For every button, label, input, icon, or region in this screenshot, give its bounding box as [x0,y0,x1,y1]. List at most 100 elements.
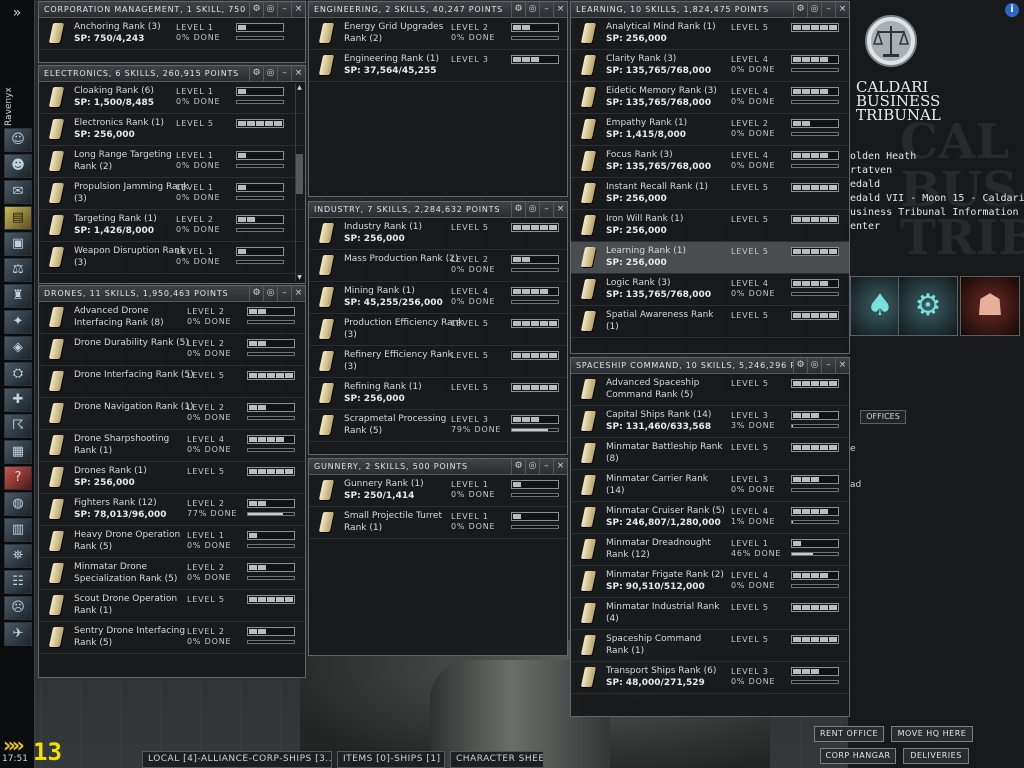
help-icon[interactable]: ? [4,466,32,490]
science-icon[interactable]: ✚ [4,388,32,412]
skill-row[interactable]: Advanced Spaceship Command Rank (5) LEVEL… [571,374,849,406]
skill-row[interactable]: Capital Ships Rank (14) SP: 131,460/633,5… [571,406,849,438]
options-icon[interactable]: ◎ [525,2,539,17]
minimize-icon[interactable]: – [821,2,835,17]
calculator-icon[interactable]: ▦ [4,440,32,464]
skill-row[interactable]: Analytical Mind Rank (1) SP: 256,000 LEVEL… [571,18,849,50]
skill-row[interactable]: Drones Rank (1) SP: 256,000 LEVEL 5 [39,462,305,494]
skill-row[interactable]: Minmatar Cruiser Rank (5) SP: 246,807/1,2… [571,502,849,534]
skill-row[interactable]: Heavy Drone Operation Rank (5) LEVEL 1 0% … [39,526,305,558]
info-icon[interactable]: i [1005,3,1019,17]
skill-row[interactable]: Engineering Rank (1) SP: 37,564/45,255 LEV… [309,50,567,82]
skill-row[interactable]: Refining Rank (1) SP: 256,000 LEVEL 5 [309,378,567,410]
tab-local-chat[interactable]: LOCAL [4]-ALLIANCE-CORP-SHIPS [3... [142,751,332,768]
minimize-icon[interactable]: – [277,66,291,81]
scroll-up-icon[interactable]: ▲ [296,84,303,91]
window-header[interactable]: SPACESHIP COMMAND, 10 SKILLS, 5,246,296 … [571,358,849,374]
minimize-icon[interactable]: – [539,2,553,17]
scrollbar[interactable]: ▲ ▼ [295,84,303,281]
character-sheet-icon[interactable]: ☺ [4,128,32,152]
skill-row[interactable]: Fighters Rank (12) SP: 78,013/96,000 LEVEL… [39,494,305,526]
window-drones[interactable]: DRONES, 11 SKILLS, 1,950,463 POINTS ⚙ ◎ – × A… [38,285,306,678]
market-icon[interactable]: ◈ [4,336,32,360]
people-places-icon[interactable]: ☻ [4,154,32,178]
deliveries-button[interactable]: DELIVERIES [903,748,969,764]
pin-icon[interactable]: ⚙ [511,2,525,17]
options-icon[interactable]: ◎ [525,202,539,217]
corporation-icon[interactable]: ♜ [4,284,32,308]
close-icon[interactable]: × [553,459,567,474]
skill-row[interactable]: Gunnery Rank (1) SP: 250/1,414 LEVEL 1 0% D… [309,475,567,507]
options-icon[interactable]: ◎ [525,459,539,474]
skill-row[interactable]: Long Range Targeting Rank (2) LEVEL 1 0% D… [39,146,305,178]
skill-row[interactable]: Drone Interfacing Rank (5) LEVEL 5 [39,366,305,398]
skill-row[interactable]: Minmatar Frigate Rank (2) SP: 90,510/512,… [571,566,849,598]
window-spaceship-command[interactable]: SPACESHIP COMMAND, 10 SKILLS, 5,246,296 … [570,357,850,717]
news-icon[interactable]: ☷ [4,570,32,594]
skill-row[interactable]: Drone Durability Rank (5) LEVEL 2 0% DONE [39,334,305,366]
options-icon[interactable]: ◎ [263,2,277,17]
pin-icon[interactable]: ⚙ [249,66,263,81]
move-hq-button[interactable]: MOVE HQ HERE [891,726,973,742]
skill-row[interactable]: Iron Will Rank (1) SP: 256,000 LEVEL 5 [571,210,849,242]
skill-row[interactable]: Minmatar Industrial Rank (4) LEVEL 5 [571,598,849,630]
fitting-icon[interactable]: ⛯ [4,544,32,568]
window-engineering[interactable]: ENGINEERING, 2 SKILLS, 40,247 POINTS ⚙ ◎ – ×… [308,1,568,197]
scroll-thumb[interactable] [296,154,303,194]
window-header[interactable]: INDUSTRY, 7 SKILLS, 2,284,632 POINTS ⚙ ◎ – × [309,202,567,218]
window-electronics[interactable]: ELECTRONICS, 6 SKILLS, 260,915 POINTS ⚙ ◎ –… [38,65,306,284]
close-icon[interactable]: × [835,2,849,17]
close-icon[interactable]: × [291,286,305,301]
minimize-icon[interactable]: – [539,202,553,217]
close-icon[interactable]: × [291,66,305,81]
skill-row[interactable]: Focus Rank (3) SP: 135,765/768,000 LEVEL 4… [571,146,849,178]
window-header[interactable]: ELECTRONICS, 6 SKILLS, 260,915 POINTS ⚙ ◎ –… [39,66,305,82]
skill-row[interactable]: Targeting Rank (1) SP: 1,426/8,000 LEVEL 2… [39,210,305,242]
ship-icon[interactable]: ✈ [4,622,32,646]
skill-row[interactable]: Spaceship Command Rank (1) LEVEL 5 [571,630,849,662]
tab-offices[interactable]: OFFICES [860,410,906,424]
window-header[interactable]: ENGINEERING, 2 SKILLS, 40,247 POINTS ⚙ ◎ – × [309,2,567,18]
skill-row[interactable]: Weapon Disruption Rank (3) LEVEL 1 0% DONE [39,242,305,274]
journal-icon[interactable]: ▥ [4,518,32,542]
window-header[interactable]: CORPORATION MANAGEMENT, 1 SKILL, 750 POI… [39,2,305,18]
options-icon[interactable]: ◎ [263,286,277,301]
browser-icon[interactable]: ◍ [4,492,32,516]
skill-row[interactable]: Clarity Rank (3) SP: 135,765/768,000 LEVEL… [571,50,849,82]
skill-row[interactable]: Minmatar Dreadnought Rank (12) LEVEL 1 46%… [571,534,849,566]
contracts-icon[interactable]: ☈ [4,414,32,438]
options-icon[interactable]: ◎ [807,2,821,17]
skill-row[interactable]: Eidetic Memory Rank (3) SP: 135,765/768,0… [571,82,849,114]
wallet-icon[interactable]: ⚖ [4,258,32,282]
industry-icon[interactable]: ⛭ [4,362,32,386]
window-header[interactable]: GUNNERY, 2 SKILLS, 500 POINTS ⚙ ◎ – × [309,459,567,475]
pin-icon[interactable]: ⚙ [511,459,525,474]
pin-icon[interactable]: ⚙ [249,286,263,301]
skill-row[interactable]: Logic Rank (3) SP: 135,765/768,000 LEVEL 4… [571,274,849,306]
minimize-icon[interactable]: – [821,358,835,373]
scroll-down-icon[interactable]: ▼ [296,274,303,281]
window-gunnery[interactable]: GUNNERY, 2 SKILLS, 500 POINTS ⚙ ◎ – × Gunnery… [308,458,568,656]
character-name[interactable]: Ravenyx [4,80,14,126]
window-header[interactable]: LEARNING, 10 SKILLS, 1,824,475 POINTS ⚙ ◎ –… [571,2,849,18]
skill-row[interactable]: Refinery Efficiency Rank (3) LEVEL 5 [309,346,567,378]
pin-icon[interactable]: ⚙ [793,358,807,373]
assets-icon[interactable]: ▣ [4,232,32,256]
skill-row[interactable]: Cloaking Rank (6) SP: 1,500/8,485 LEVEL 10… [39,82,305,114]
skill-row[interactable]: Instant Recall Rank (1) SP: 256,000 LEVEL … [571,178,849,210]
skill-row[interactable]: Empathy Rank (1) SP: 1,415/8,000 LEVEL 2 0%… [571,114,849,146]
skill-row[interactable]: Small Projectile Turret Rank (1) LEVEL 10… [309,507,567,539]
skill-row[interactable]: Minmatar Battleship Rank (8) LEVEL 5 [571,438,849,470]
expand-neocom-icon[interactable]: » [3,2,31,24]
notepad-icon[interactable]: ▤ [4,206,32,230]
tab-character-sheet[interactable]: CHARACTER SHEET [450,751,544,768]
skill-row[interactable]: Advanced Drone Interfacing Rank (8) LEVEL… [39,302,305,334]
skill-row[interactable]: Mass Production Rank (2) LEVEL 2 0% DONE [309,250,567,282]
pin-icon[interactable]: ⚙ [793,2,807,17]
rent-office-button[interactable]: RENT OFFICE [814,726,884,742]
skill-row[interactable]: Spatial Awareness Rank (1) LEVEL 5 [571,306,849,338]
close-icon[interactable]: × [553,202,567,217]
skill-row[interactable]: Drone Navigation Rank (1) LEVEL 2 0% DONE [39,398,305,430]
service-insurance-icon[interactable]: ☗ [960,276,1020,336]
service-factory-icon[interactable]: ⚙ [898,276,958,336]
